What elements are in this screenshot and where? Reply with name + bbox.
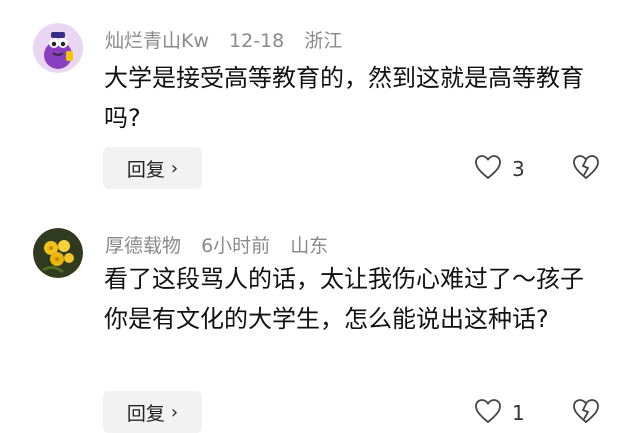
comment-date: 6小时前 — [201, 235, 271, 257]
yellow-flower-avatar-icon[interactable] — [33, 228, 83, 278]
comment-location: 浙江 — [304, 30, 343, 52]
username[interactable]: 厚德载物 — [105, 235, 181, 257]
broken-heart-icon[interactable] — [572, 154, 600, 184]
reply-button[interactable]: 回复 › — [103, 391, 202, 433]
purple-cartoon-avatar-icon[interactable] — [33, 23, 83, 73]
chevron-right-icon: › — [170, 157, 179, 179]
reply-label: 回复 — [126, 402, 165, 425]
like-count: 1 — [512, 401, 525, 425]
chevron-right-icon: › — [170, 401, 179, 423]
comment-location: 山东 — [290, 235, 329, 257]
heart-outline-icon — [474, 398, 502, 428]
username[interactable]: 灿烂青山Kw — [105, 30, 209, 52]
reply-label: 回复 — [126, 158, 165, 181]
comment-item: 灿烂青山Kw 12-18 浙江 大学是接受高等教育的，然到这就是高等教育吗? 回… — [0, 0, 636, 205]
comment-text: 大学是接受高等教育的，然到这就是高等教育吗? — [104, 64, 584, 132]
like-button[interactable]: 1 — [474, 398, 525, 428]
heart-outline-icon — [474, 154, 502, 184]
broken-heart-icon[interactable] — [572, 398, 600, 428]
comment-meta: 厚德载物 6小时前 山东 — [105, 231, 342, 258]
like-button[interactable]: 3 — [474, 154, 525, 184]
comment-date: 12-18 — [229, 30, 285, 52]
comment-item: 厚德载物 6小时前 山东 看了这段骂人的话，太让我伤心难过了～孩子你是有文化的大… — [0, 205, 636, 433]
comment-text: 看了这段骂人的话，太让我伤心难过了～孩子你是有文化的大学生，怎么能说出这种话? — [104, 265, 584, 333]
like-count: 3 — [512, 157, 525, 181]
reply-button[interactable]: 回复 › — [103, 147, 202, 189]
comment-meta: 灿烂青山Kw 12-18 浙江 — [105, 26, 356, 53]
